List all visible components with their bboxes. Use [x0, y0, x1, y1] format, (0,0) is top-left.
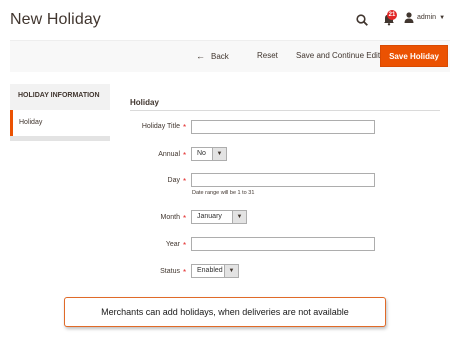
required-marker: * — [183, 151, 187, 160]
holiday-title-input[interactable] — [191, 120, 375, 134]
sidebar-divider — [10, 136, 110, 141]
back-button[interactable]: ← Back — [196, 51, 229, 61]
month-label: Month — [160, 214, 180, 221]
back-button-label: Back — [211, 51, 229, 61]
annotation-callout: Merchants can add holidays, when deliver… — [64, 297, 386, 327]
status-select-value: Enabled — [197, 267, 223, 274]
sidebar-item-label: Holiday — [19, 119, 43, 126]
sidebar-tabs: HOLIDAY INFORMATION Holiday — [10, 84, 110, 141]
month-select[interactable]: January ▼ — [191, 210, 247, 224]
annual-select-value: No — [197, 150, 206, 157]
year-input[interactable] — [191, 237, 375, 251]
arrow-left-icon: ← — [196, 51, 205, 61]
year-label: Year — [165, 241, 180, 248]
day-range-note: Date range will be 1 to 31 — [192, 190, 255, 196]
required-marker: * — [183, 214, 187, 223]
notifications-button[interactable]: 21 — [382, 10, 397, 26]
chevron-down-icon: ▼ — [232, 211, 246, 223]
chevron-down-icon: ▼ — [439, 14, 446, 21]
annual-label: Annual — [158, 151, 180, 158]
section-title: Holiday — [130, 98, 159, 107]
notification-count-badge: 21 — [387, 10, 397, 20]
section-divider — [130, 110, 440, 111]
holiday-title-label: Holiday Title — [141, 123, 180, 130]
user-menu[interactable]: admin ▼ — [404, 12, 445, 23]
status-select[interactable]: Enabled ▼ — [191, 264, 239, 278]
page-header: New Holiday 21 admin ▼ — [0, 0, 450, 40]
chevron-down-icon: ▼ — [212, 148, 226, 160]
page-actions-bar: ← Back Reset Save and Continue Edit Save… — [10, 40, 450, 72]
day-input[interactable] — [191, 173, 375, 187]
sidebar-heading: HOLIDAY INFORMATION — [18, 92, 100, 99]
user-name: admin — [417, 14, 437, 21]
status-label: Status — [160, 268, 180, 275]
page-title: New Holiday — [10, 11, 101, 28]
search-icon[interactable] — [356, 14, 368, 26]
user-icon — [404, 12, 414, 23]
reset-button[interactable]: Reset — [257, 51, 278, 60]
day-label: Day — [167, 177, 180, 184]
required-marker: * — [183, 268, 187, 277]
callout-text: Merchants can add holidays, when deliver… — [101, 307, 349, 317]
required-marker: * — [183, 177, 187, 186]
required-marker: * — [183, 241, 187, 250]
month-select-value: January — [197, 213, 222, 220]
chevron-down-icon: ▼ — [224, 265, 238, 277]
save-and-continue-button[interactable]: Save and Continue Edit — [296, 51, 380, 60]
required-marker: * — [183, 123, 187, 132]
save-holiday-button[interactable]: Save Holiday — [380, 45, 448, 67]
annual-select[interactable]: No ▼ — [191, 147, 227, 161]
